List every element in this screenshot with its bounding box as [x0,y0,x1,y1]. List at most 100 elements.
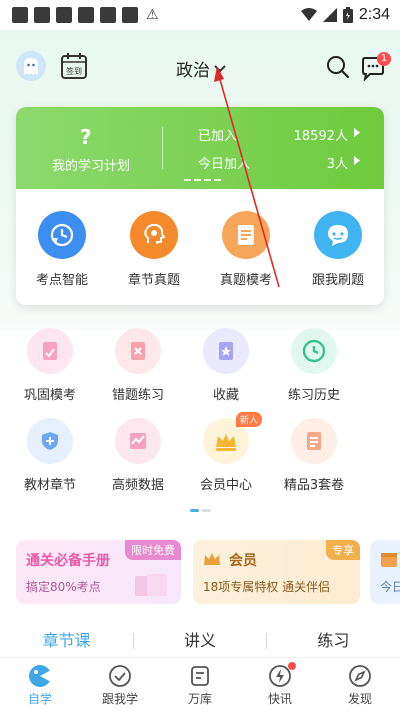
handbook-illustration-icon [135,574,167,596]
item-label: 跟我刷题 [311,273,364,288]
nav-label: 快讯 [267,692,292,706]
textbook-chapters-button[interactable]: 教材章节 [6,418,94,493]
study-plan-card: ? 我的学习计划 已加入 18592人 今日加入 3人 考点智能 章节真题 真题… [16,107,384,305]
daily-promo-card[interactable]: 今日 [370,540,400,604]
chevron-down-icon [214,64,226,72]
wrong-question-practice-button[interactable]: 错题练习 [94,328,182,403]
limited-free-tag: 限时免费 [125,540,181,560]
chapter-past-papers-button[interactable]: 章节真题 [108,211,200,288]
status-bar: ⚠ 2:34 [0,0,400,30]
subject-label: 政治 [176,61,210,81]
wrong-question-icon [115,328,161,374]
chevron-right-icon [354,128,360,137]
crown-icon [204,553,220,565]
content-tabs: 章节课 讲义 练习 [0,625,400,657]
tab-divider [133,633,134,649]
handbook-promo-card[interactable]: 通关必备手册 搞定80%考点 限时免费 [16,540,181,604]
ghost-avatar-icon [24,58,38,75]
history-clock-icon [291,328,337,374]
notification-icon [78,7,94,23]
battery-icon [342,7,353,23]
unread-dot [288,662,296,670]
promo-subtitle: 今日 [380,580,400,594]
clock-lightning-icon [38,211,86,259]
nav-follow-me[interactable]: 跟我学 [80,658,160,711]
favorites-button[interactable]: 收藏 [182,328,270,403]
favorite-star-icon [203,328,249,374]
exclusive-tag: 专享 [326,540,360,560]
member-center-button[interactable]: 新人 会员中心 [182,412,270,493]
notification-icon [12,7,28,23]
study-plan-banner[interactable]: ? 我的学习计划 已加入 18592人 今日加入 3人 [16,107,384,189]
check-circle-icon [109,665,131,687]
grid-item-label: 练习历史 [287,388,340,403]
my-study-plan-label: 我的学习计划 [52,159,131,174]
tab-chapter-course[interactable]: 章节课 [0,625,133,657]
banner-page-indicator [184,179,221,181]
grid-page-indicator [190,509,211,512]
search-icon[interactable] [326,55,350,79]
exam-paper-icon [222,211,270,259]
nav-label: 发现 [347,692,372,706]
nav-label: 万库 [187,692,212,706]
notification-icon [34,7,50,23]
joined-value: 18592人 [293,129,348,144]
cellular-signal-icon [322,8,337,22]
joined-label: 已加入 [198,129,238,144]
nav-self-study[interactable]: 自学 [0,658,80,711]
tab-practice[interactable]: 练习 [267,625,400,657]
question-bank-icon [191,666,209,686]
item-label: 章节真题 [127,273,180,288]
tab-divider [266,633,267,649]
tab-handouts[interactable]: 讲义 [133,625,266,657]
subject-selector[interactable]: 政治 [176,56,226,81]
chevron-right-icon [354,156,360,165]
divider [162,127,163,169]
consolidate-mock-button[interactable]: 巩固模考 [6,328,94,403]
chat-bubble-icon [314,211,362,259]
bottom-navigation: 自学 跟我学 万库 快讯 发现 [0,657,400,711]
compass-icon [349,665,371,687]
item-label: 考点智能 [35,273,88,288]
nav-label: 自学 [27,692,52,706]
notification-icon [100,7,116,23]
today-joined-label: 今日加入 [198,157,251,172]
follow-practice-button[interactable]: 跟我刷题 [292,211,384,288]
promo-subtitle: 18项专属特权 通关伴侣 [203,580,331,594]
svg-text:签到: 签到 [66,66,82,76]
premium-three-papers-button[interactable]: 精品3套卷 [270,418,358,493]
promo-subtitle: 搞定80%考点 [26,580,101,594]
promo-title: 通关必备手册 [26,553,110,569]
message-count-badge: 1 [377,52,391,66]
exam-point-ai-button[interactable]: 考点智能 [16,211,108,288]
nav-news[interactable]: 快讯 [240,658,320,711]
practice-history-button[interactable]: 练习历史 [270,328,358,403]
check-in-calendar-icon[interactable]: 签到 [60,52,88,80]
avatar[interactable] [16,51,46,81]
grid-item-label: 巩固模考 [23,388,76,403]
nav-question-bank[interactable]: 万库 [160,658,240,711]
clock-time: 2:34 [358,6,390,23]
high-frequency-chart-icon [115,418,161,464]
grid-item-label: 收藏 [212,388,239,403]
plan-question-mark: ? [80,125,92,149]
feature-grid-row-1: 巩固模考 错题练习 收藏 练习历史 [6,328,394,403]
high-frequency-data-button[interactable]: 高频数据 [94,418,182,493]
notification-icon [56,7,72,23]
grid-item-label: 错题练习 [111,388,164,403]
feature-grid-row-2: 教材章节 高频数据 新人 会员中心 精品3套卷 [6,412,394,493]
promo-title: 会员 [229,553,257,569]
premium-paper-icon [291,418,337,464]
calendar-icon [381,553,397,567]
nav-label: 跟我学 [101,692,138,706]
nav-discover[interactable]: 发现 [320,658,400,711]
grid-item-label: 精品3套卷 [283,478,345,493]
today-joined-value: 3人 [326,157,348,172]
new-user-badge: 新人 [236,412,263,427]
notification-icon [122,7,138,23]
mock-exam-button[interactable]: 真题模考 [200,211,292,288]
self-study-icon [29,665,51,687]
wifi-icon [300,8,317,21]
membership-promo-card[interactable]: 会员 18项专属特权 通关伴侣 专享 [193,540,360,604]
grid-item-label: 高频数据 [111,478,164,493]
